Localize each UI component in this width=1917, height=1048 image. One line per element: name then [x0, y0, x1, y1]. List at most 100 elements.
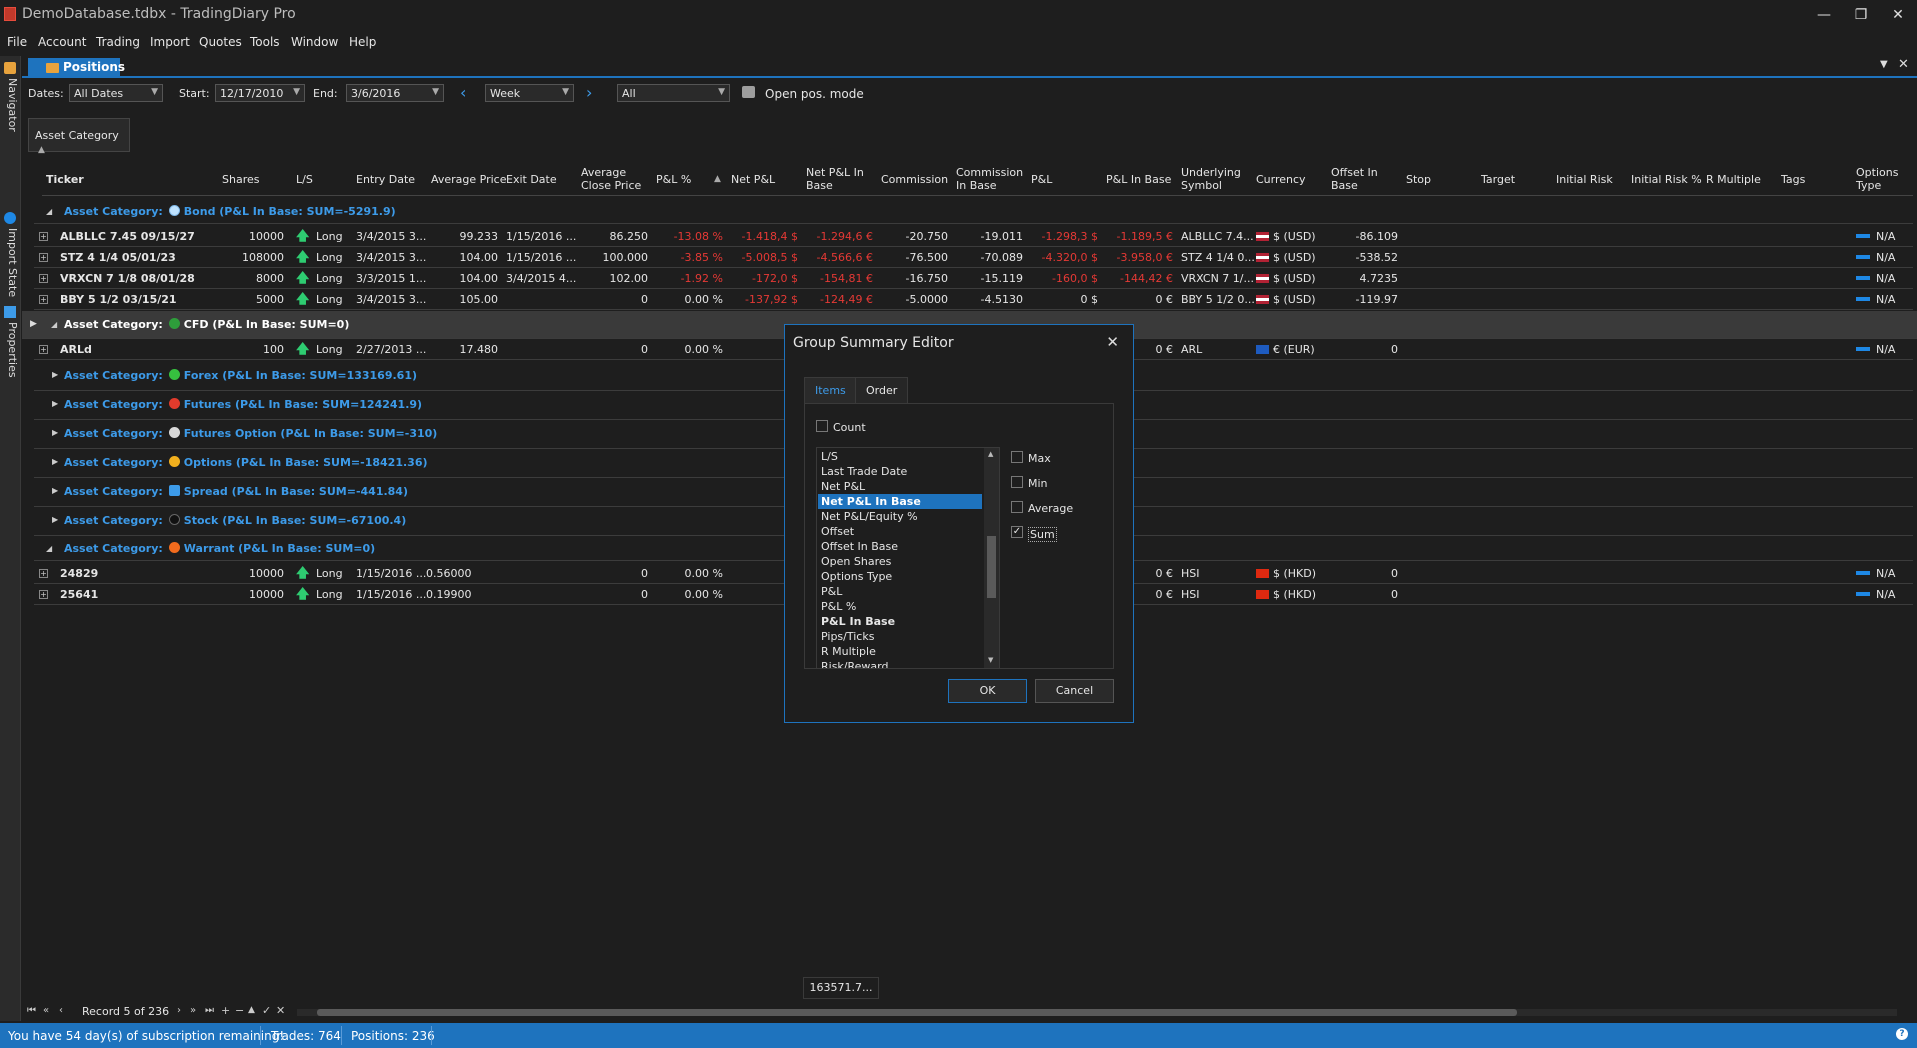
table-row[interactable]: + BBY 5 1/2 03/15/21 5000 🡅 Long 3/4/201… [34, 289, 1913, 310]
last-record-icon[interactable]: ⏭ [205, 1005, 214, 1016]
filter-select[interactable]: All ▼ [617, 84, 730, 102]
next-page-icon[interactable]: » [190, 1005, 196, 1016]
average-checkbox[interactable] [1011, 501, 1023, 513]
prev-page-icon[interactable]: « [43, 1005, 49, 1016]
menu-account[interactable]: Account [38, 35, 86, 49]
tab-items[interactable]: Items [804, 377, 857, 403]
table-row[interactable]: + STZ 4 1/4 05/01/23 108000 🡅 Long 3/4/2… [34, 247, 1913, 268]
list-item[interactable]: Pips/Ticks [818, 629, 982, 644]
col-exit-date[interactable]: Exit Date [506, 173, 557, 186]
tab-dropdown-icon[interactable]: ▼ [1880, 59, 1888, 70]
menu-window[interactable]: Window [291, 35, 338, 49]
next-record-icon[interactable]: › [177, 1005, 181, 1016]
prev-record-icon[interactable]: ‹ [59, 1005, 63, 1016]
tab-close-icon[interactable]: ✕ [1898, 57, 1909, 72]
expand-icon[interactable]: + [39, 295, 48, 304]
close-icon[interactable]: ✕ [1106, 333, 1119, 351]
column-list[interactable]: L/S Last Trade Date Net P&L Net P&L In B… [816, 447, 1000, 669]
menu-tools[interactable]: Tools [250, 35, 280, 49]
scroll-thumb[interactable] [987, 536, 996, 598]
group-row-bond[interactable]: ◢ Asset Category: Bond (P&L In Base: SUM=… [34, 200, 1913, 224]
col-average-price[interactable]: Average Price [431, 173, 507, 186]
delete-record-icon[interactable]: − [235, 1004, 244, 1017]
expand-arrow-icon[interactable]: ▶ [52, 399, 58, 408]
expand-arrow-icon[interactable]: ▶ [52, 486, 58, 495]
expand-icon[interactable]: + [39, 590, 48, 599]
next-period-icon[interactable]: › [586, 83, 592, 102]
list-item[interactable]: L/S [818, 449, 982, 464]
col-initial-risk[interactable]: Initial Risk [1556, 173, 1613, 186]
cancel-edit-icon[interactable]: ✕ [276, 1004, 285, 1017]
menu-help[interactable]: Help [349, 35, 376, 49]
menu-trading[interactable]: Trading [96, 35, 140, 49]
menu-file[interactable]: File [7, 35, 27, 49]
list-item[interactable]: Options Type [818, 569, 982, 584]
col-net-pl[interactable]: Net P&L [731, 173, 775, 186]
previous-period-icon[interactable]: ‹ [460, 83, 466, 102]
list-item[interactable]: P&L [818, 584, 982, 599]
menu-quotes[interactable]: Quotes [199, 35, 242, 49]
menu-import[interactable]: Import [150, 35, 190, 49]
list-item[interactable]: P&L In Base [818, 614, 982, 629]
collapse-icon[interactable]: ◢ [51, 320, 57, 329]
dates-select[interactable]: All Dates ▼ [69, 84, 163, 102]
list-item[interactable]: Last Trade Date [818, 464, 982, 479]
col-stop[interactable]: Stop [1406, 173, 1431, 186]
expand-arrow-icon[interactable]: ▶ [52, 428, 58, 437]
help-icon[interactable]: ? [1896, 1028, 1908, 1040]
tab-order[interactable]: Order [855, 377, 909, 403]
max-checkbox[interactable] [1011, 451, 1023, 463]
col-options-type[interactable]: Options Type [1856, 166, 1906, 192]
first-record-icon[interactable]: ⏮ [27, 1005, 36, 1016]
table-row[interactable]: + VRXCN 7 1/8 08/01/28 8000 🡅 Long 3/3/2… [34, 268, 1913, 289]
scroll-down-icon[interactable]: ▼ [988, 656, 993, 664]
min-checkbox[interactable] [1011, 476, 1023, 488]
col-target[interactable]: Target [1481, 173, 1515, 186]
col-ticker[interactable]: Ticker [46, 173, 84, 186]
sidebar-tab-import-state[interactable]: Import State [2, 228, 19, 300]
tab-positions[interactable]: Positions [28, 58, 125, 78]
period-select[interactable]: Week ▼ [485, 84, 574, 102]
list-item[interactable]: Offset In Base [818, 539, 982, 554]
minimize-button[interactable]: — [1810, 4, 1838, 26]
sum-checkbox[interactable]: ✓ [1011, 526, 1023, 538]
ok-button[interactable]: OK [948, 679, 1027, 703]
list-item[interactable]: P&L % [818, 599, 982, 614]
col-pl[interactable]: P&L [1031, 173, 1052, 186]
end-date-input[interactable]: 3/6/2016 ▼ [346, 84, 444, 102]
col-pl-in-base[interactable]: P&L In Base [1106, 173, 1171, 186]
expand-arrow-icon[interactable]: ▶ [52, 370, 58, 379]
col-shares[interactable]: Shares [222, 173, 259, 186]
col-entry-date[interactable]: Entry Date [356, 173, 415, 186]
expand-icon[interactable]: + [39, 274, 48, 283]
col-r-multiple[interactable]: R Multiple [1706, 173, 1761, 186]
col-initial-risk-pct[interactable]: Initial Risk % [1631, 173, 1702, 186]
list-item-selected[interactable]: Net P&L In Base [818, 494, 982, 509]
add-record-icon[interactable]: + [221, 1004, 230, 1017]
list-item[interactable]: Risk/Reward [818, 659, 982, 668]
post-edit-icon[interactable]: ✓ [262, 1004, 271, 1017]
col-offset-in-base[interactable]: Offset In Base [1331, 166, 1386, 192]
expand-icon[interactable]: + [39, 253, 48, 262]
list-scrollbar[interactable]: ▲ ▼ [984, 448, 999, 668]
collapse-icon[interactable]: ◢ [46, 544, 52, 553]
table-row[interactable]: + ALBLLC 7.45 09/15/27 10000 🡅 Long 3/4/… [34, 226, 1913, 247]
horizontal-scrollbar[interactable] [297, 1009, 1897, 1016]
expand-icon[interactable]: + [39, 569, 48, 578]
scroll-up-icon[interactable]: ▲ [988, 450, 993, 458]
list-item[interactable]: R Multiple [818, 644, 982, 659]
funnel-icon[interactable] [742, 86, 755, 98]
restore-button[interactable]: ❐ [1847, 4, 1875, 26]
col-commission[interactable]: Commission [881, 173, 948, 186]
cancel-button[interactable]: Cancel [1035, 679, 1114, 703]
list-item[interactable]: Net P&L [818, 479, 982, 494]
close-window-button[interactable]: ✕ [1884, 4, 1912, 26]
group-by-asset-category[interactable]: Asset Category [35, 129, 119, 142]
expand-arrow-icon[interactable]: ▶ [52, 515, 58, 524]
col-net-pl-in-base[interactable]: Net P&L In Base [806, 166, 866, 192]
count-checkbox[interactable] [816, 420, 828, 432]
col-tags[interactable]: Tags [1781, 173, 1805, 186]
sidebar-tab-properties[interactable]: Properties [2, 322, 19, 392]
sidebar-tab-navigator[interactable]: Navigator [2, 78, 19, 190]
col-currency[interactable]: Currency [1256, 173, 1306, 186]
